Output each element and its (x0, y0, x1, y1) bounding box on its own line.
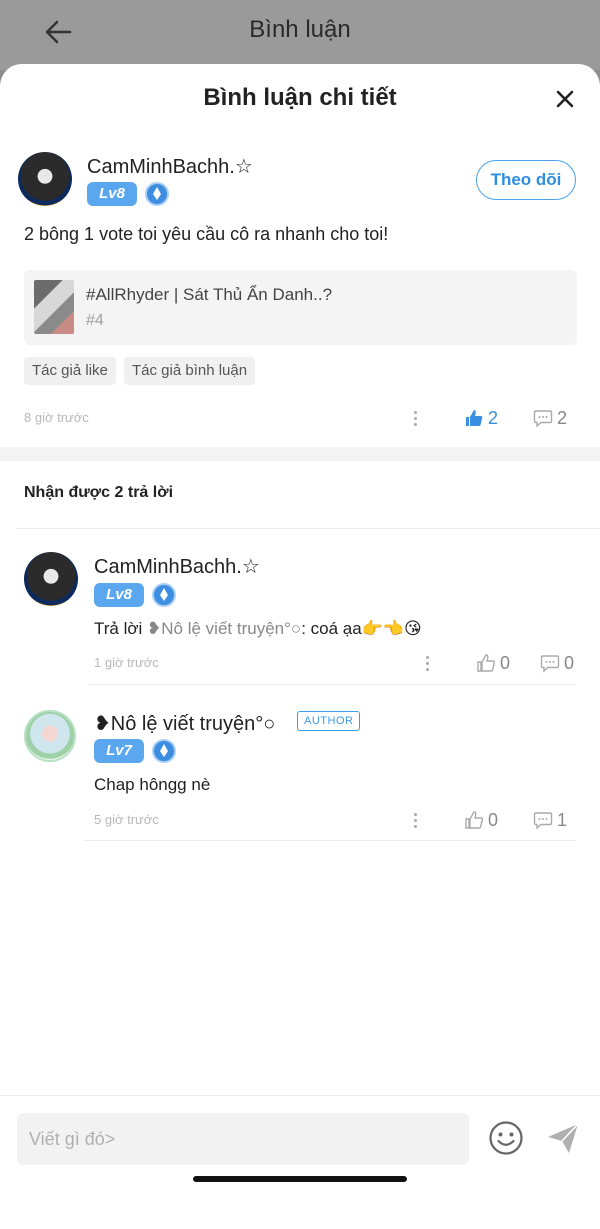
thumbs-up-icon (465, 811, 484, 829)
level-badge: Lv8 (94, 583, 144, 607)
main-comment-text: 2 bông 1 vote toi yêu cầu cô ra nhanh ch… (24, 224, 389, 244)
gem-badge-icon (152, 583, 176, 607)
reply-mention[interactable]: ❥Nô lệ viết truyện°○ (147, 619, 301, 638)
close-icon[interactable] (552, 86, 578, 112)
like-count: 0 (500, 653, 511, 673)
thumbs-up-icon (477, 654, 496, 672)
reply-count: 0 (564, 653, 575, 673)
sheet-title: Bình luận chi tiết (203, 84, 397, 111)
reply-username[interactable]: ❥Nô lệ viết truyện°○ (94, 711, 275, 736)
reply-text: Trả lời ❥Nô lệ viết truyện°○: coá ạa👉👈😘 (94, 619, 422, 639)
reply-count: 1 (557, 810, 568, 830)
section-divider (0, 447, 600, 461)
gem-badge-icon (145, 182, 169, 206)
reply-body: : coá ạa👉👈😘 (301, 619, 422, 638)
story-chapter: #4 (86, 312, 104, 329)
more-options-icon[interactable] (425, 656, 429, 672)
author-badge: AUTHOR (297, 711, 361, 731)
home-indicator (193, 1176, 407, 1182)
reply-prefix: Trả lời (94, 619, 148, 638)
divider (88, 684, 576, 685)
thumbs-up-filled-icon (466, 410, 483, 426)
level-badge: Lv8 (87, 182, 137, 206)
comment-input[interactable] (17, 1113, 469, 1165)
more-options-icon[interactable] (413, 411, 417, 427)
like-button[interactable]: 2 (464, 407, 504, 431)
main-comment-username[interactable]: CamMinhBachh.☆ (87, 154, 253, 179)
like-button[interactable]: 0 (476, 652, 516, 676)
tag-author-comment: Tác giả bình luận (124, 357, 256, 385)
reply-count: 2 (557, 408, 568, 428)
chat-bubble-icon (533, 812, 553, 830)
replies-header: Nhận được 2 trả lời (24, 484, 174, 501)
like-count: 2 (488, 408, 499, 428)
tag-author-like: Tác giả like (24, 357, 116, 385)
main-comment-avatar[interactable] (18, 152, 72, 206)
more-options-icon[interactable] (413, 813, 417, 829)
chat-bubble-icon (533, 410, 553, 428)
like-button[interactable]: 0 (464, 809, 504, 833)
divider (84, 840, 576, 841)
reply-username[interactable]: CamMinhBachh.☆ (94, 554, 260, 579)
story-thumbnail (34, 280, 74, 334)
story-title: #AllRhyder | Sát Thủ Ẩn Danh..? (86, 285, 333, 304)
comment-composer (0, 1095, 600, 1229)
send-icon[interactable] (545, 1120, 581, 1156)
like-count: 0 (488, 810, 499, 830)
reply-text: Chap hôngg nè (94, 775, 211, 794)
reply-time: 1 giờ trước (94, 655, 159, 670)
chat-bubble-icon (540, 655, 560, 673)
reply-avatar[interactable] (24, 552, 78, 606)
reply-time: 5 giờ trước (94, 812, 159, 827)
reply-button[interactable]: 1 (533, 809, 573, 833)
reply-button[interactable]: 2 (533, 407, 573, 431)
main-comment-time: 8 giờ trước (24, 410, 89, 425)
story-card[interactable]: #AllRhyder | Sát Thủ Ẩn Danh..? #4 (24, 270, 577, 345)
divider (16, 528, 600, 529)
gem-badge-icon (152, 739, 176, 763)
emoji-icon[interactable] (488, 1120, 524, 1156)
follow-button[interactable]: Theo dõi (476, 160, 576, 200)
reply-avatar[interactable] (24, 710, 76, 762)
level-badge: Lv7 (94, 739, 144, 763)
reply-button[interactable]: 0 (540, 652, 580, 676)
comment-detail-sheet: Bình luận chi tiết CamMinhBachh.☆ Lv8 Th… (0, 64, 600, 1229)
background-title: Bình luận (249, 16, 351, 43)
